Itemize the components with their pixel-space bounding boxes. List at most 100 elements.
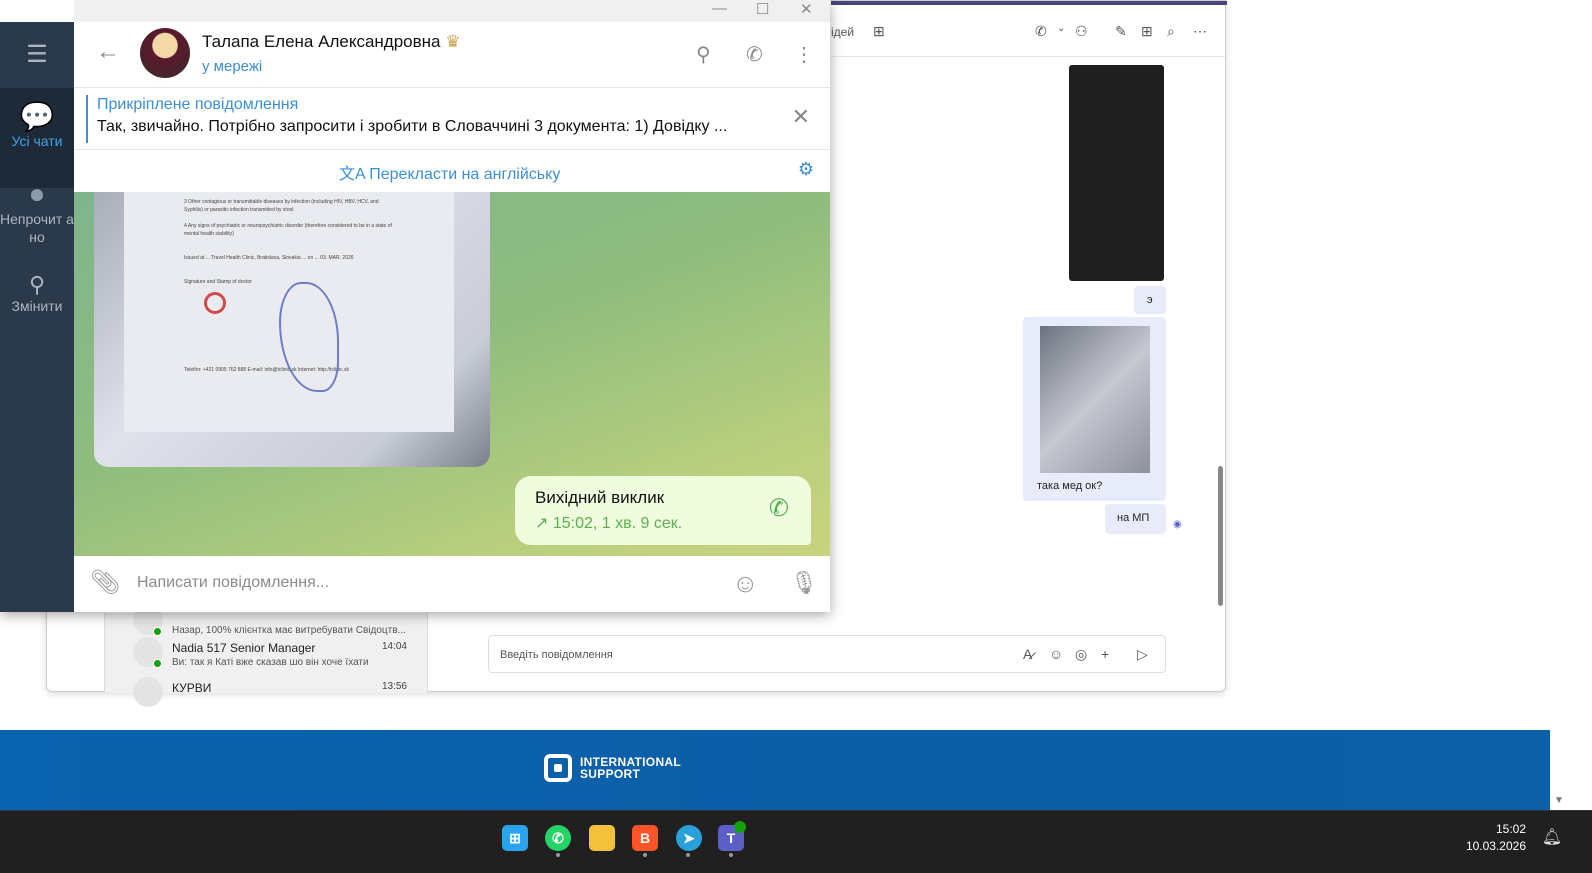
clock-date: 10.03.2026 xyxy=(1465,839,1526,853)
microphone-icon[interactable]: 🎙︎ xyxy=(790,570,818,596)
windows-start-icon[interactable]: ⊞ xyxy=(502,825,528,851)
outgoing-arrow-icon: ↗ xyxy=(535,515,549,532)
document-photo-image[interactable] xyxy=(1040,326,1150,473)
send-icon[interactable]: ▷ xyxy=(1137,646,1148,663)
loop-icon[interactable]: ◎ xyxy=(1075,646,1087,663)
teams-chat-list: Назар, 100% клієнтка має витребувати Сві… xyxy=(104,605,429,707)
message-bubble: э xyxy=(1134,286,1166,314)
pinned-title: Прикріплене повідомлення xyxy=(97,96,299,113)
seen-eye-icon: ◉ xyxy=(1173,519,1182,530)
message-placeholder: Введіть повідомлення xyxy=(500,649,613,661)
chat-list-item[interactable]: КУРВИ 13:56 xyxy=(105,673,429,713)
sidebar-label: Змінити xyxy=(11,298,63,314)
status-available-icon xyxy=(153,659,162,668)
website-footer-band xyxy=(0,730,1550,810)
translate-label: Перекласти на англійську xyxy=(369,166,561,183)
search-icon[interactable]: ⌕ xyxy=(1167,23,1175,40)
avatar xyxy=(133,677,163,707)
teams-message-input[interactable]: Введіть повідомлення A̷ ☺ ◎ + ▷ xyxy=(488,635,1166,673)
sidebar-label: Усі чати xyxy=(11,133,63,149)
emoji-icon[interactable]: ☺ xyxy=(1049,646,1063,662)
chat-name: Nadia 517 Senior Manager xyxy=(172,641,316,655)
apps-icon[interactable]: ⊞ xyxy=(1141,23,1153,40)
premium-badge-icon: ♛ xyxy=(445,32,461,51)
back-arrow-icon[interactable]: ← xyxy=(96,38,120,66)
chat-time: 13:56 xyxy=(381,681,407,692)
close-icon[interactable]: ✕ xyxy=(800,0,813,18)
tab-ideas[interactable]: ідей xyxy=(831,25,854,39)
page-scrollbar[interactable]: ▼ xyxy=(1550,0,1568,810)
clock-time: 15:02 xyxy=(1495,822,1526,836)
pinned-message[interactable]: Прикріплене повідомлення Так, звичайно. … xyxy=(74,88,830,150)
whatsapp-icon[interactable]: ✆ xyxy=(545,825,571,851)
phone-screenshot-image[interactable] xyxy=(1069,65,1164,281)
document-line: 3 Other contagious or transmittable dise… xyxy=(184,199,379,213)
system-clock[interactable]: 15:02 10.03.2026 xyxy=(1466,821,1526,855)
edit-icon[interactable]: ✎ xyxy=(1115,23,1127,40)
sidebar-item-edit[interactable]: ⚲ Змінити xyxy=(0,272,74,314)
logo-mark-icon xyxy=(544,754,572,782)
telegram-title-bar: — ☐ ✕ xyxy=(74,0,830,22)
taskbar: ⊞ ✆ B ➤ T 15:02 10.03.2026 🔔︎ xyxy=(0,810,1592,873)
outgoing-call-message[interactable]: Вихідний виклик ↗ 15:02, 1 хв. 9 сек. ✆ xyxy=(515,476,811,545)
format-icon[interactable]: A̷ xyxy=(1023,646,1032,662)
chat-name: КУРВИ xyxy=(172,681,212,695)
chat-area: 3 Other contagious or transmittable dise… xyxy=(74,192,830,556)
message-text: э xyxy=(1147,294,1153,306)
file-explorer-icon[interactable] xyxy=(589,825,615,851)
notification-bell-icon[interactable]: 🔔︎ xyxy=(1542,827,1562,847)
call-details: ↗ 15:02, 1 хв. 9 сек. xyxy=(535,513,682,533)
message-input[interactable]: 📎︎ Написати повідомлення... ☺ 🎙︎ xyxy=(74,556,830,612)
minimize-icon[interactable]: — xyxy=(712,0,727,17)
telegram-sidebar: ☰ 💬 Усі чати ● Непрочит ано ⚲ Змінити xyxy=(0,22,74,612)
phone-icon[interactable]: ✆ xyxy=(746,42,763,67)
search-icon[interactable]: ⚲ xyxy=(696,42,711,67)
person-icon: ● xyxy=(28,178,46,209)
teams-status-badge xyxy=(734,821,746,833)
plus-icon[interactable]: + xyxy=(1101,646,1109,662)
contact-name[interactable]: Талапа Елена Александровна ♛ xyxy=(202,32,460,52)
chat-preview: Ви: так я Каті вже сказав шо він хоче їх… xyxy=(172,657,369,668)
translate-button[interactable]: 文A Перекласти на англійську xyxy=(339,160,560,184)
maximize-icon[interactable]: ☐ xyxy=(756,0,769,18)
emoji-icon[interactable]: ☺ xyxy=(732,568,759,599)
call-details-text: 15:02, 1 хв. 9 сек. xyxy=(552,515,683,532)
brave-icon[interactable]: B xyxy=(632,825,658,851)
contact-status: у мережі xyxy=(202,58,263,75)
attach-icon[interactable]: 📎︎ xyxy=(90,568,120,597)
call-icon[interactable]: ✆ xyxy=(1035,23,1047,40)
more-icon[interactable]: ⋯ xyxy=(1193,23,1207,40)
translate-settings-icon[interactable]: ⚙ xyxy=(798,159,814,180)
avatar[interactable] xyxy=(140,28,190,78)
message-text: така мед ок? xyxy=(1037,480,1103,492)
chat-header: ← Талапа Елена Александровна ♛ у мережі … xyxy=(74,22,830,88)
chat-list-item[interactable]: Nadia 517 Senior Manager Ви: так я Каті в… xyxy=(105,633,429,673)
logo-line2: SUPPORT xyxy=(580,767,641,781)
teams-scrollbar[interactable] xyxy=(1218,466,1223,606)
phone-icon[interactable]: ✆ xyxy=(769,494,789,523)
add-people-icon[interactable]: ⚇ xyxy=(1075,23,1088,40)
pinned-text: Так, звичайно. Потрібно запросити і зроб… xyxy=(97,118,728,135)
telegram-window: — ☐ ✕ ☰ 💬 Усі чати ● Непрочит ано ⚲ Змінити… xyxy=(0,0,830,612)
add-tab-icon[interactable]: ⊞ xyxy=(873,23,885,40)
chevron-down-icon[interactable]: ⌄ xyxy=(1057,23,1065,34)
telegram-icon[interactable]: ➤ xyxy=(676,825,702,851)
more-vertical-icon[interactable]: ⋮ xyxy=(794,42,814,67)
document-line: 4 Any signs of psychiatric or neuropsych… xyxy=(184,223,392,237)
chat-time: 14:04 xyxy=(381,641,407,652)
sidebar-item-all-chats[interactable]: 💬 Усі чати xyxy=(0,88,74,188)
message-placeholder: Написати повідомлення... xyxy=(137,574,330,591)
scroll-down-arrow-icon[interactable]: ▼ xyxy=(1554,795,1564,806)
international-support-logo[interactable]: INTERNATIONAL SUPPORT xyxy=(544,754,681,782)
close-icon[interactable]: ✕ xyxy=(792,104,810,130)
teams-chat-header: ідей ⊞ ✆ ⌄ ⚇ ✎ ⊞ ⌕ ⋯ xyxy=(831,5,1225,57)
chats-icon: 💬 xyxy=(19,101,55,132)
document-photo[interactable]: 3 Other contagious or transmittable dise… xyxy=(94,192,490,467)
call-title: Вихідний виклик xyxy=(535,488,665,507)
message-text: на МП xyxy=(1117,512,1150,524)
message-bubble: на МП xyxy=(1105,504,1166,534)
menu-icon[interactable]: ☰ xyxy=(0,40,74,69)
document-line: Issued at ... Travel Health Clinic, Brat… xyxy=(184,255,354,261)
translate-bar: 文A Перекласти на англійську ⚙ xyxy=(74,150,830,192)
sidebar-item-unread[interactable]: ● Непрочит ано xyxy=(0,178,74,246)
